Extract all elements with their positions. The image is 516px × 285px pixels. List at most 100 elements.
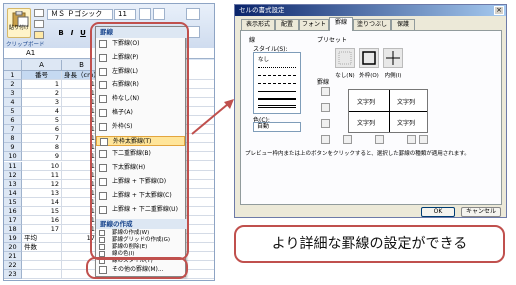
- border-middle-button[interactable]: [321, 103, 330, 112]
- font-name-select[interactable]: ＭＳ Ｐゴシック: [47, 9, 113, 20]
- cut-icon[interactable]: [34, 9, 44, 17]
- table-cell[interactable]: 5: [22, 116, 62, 126]
- style-double[interactable]: [258, 105, 296, 108]
- row-header[interactable]: 21: [4, 252, 22, 262]
- preset-outline-label: 外枠(O): [359, 73, 379, 79]
- row-header[interactable]: 13: [4, 179, 22, 189]
- row-header[interactable]: 23: [4, 270, 22, 280]
- row-header[interactable]: 8: [4, 134, 22, 144]
- bold-button[interactable]: B: [56, 28, 66, 38]
- table-cell[interactable]: 14: [22, 197, 62, 207]
- font-grow-icon[interactable]: [139, 8, 151, 20]
- cancel-button[interactable]: キャンセル: [461, 207, 501, 217]
- row-header[interactable]: 18: [4, 224, 22, 234]
- preset-inside-button[interactable]: [383, 48, 403, 68]
- underline-button[interactable]: U: [78, 28, 88, 38]
- border-diag-up-button[interactable]: [321, 135, 330, 144]
- table-cell[interactable]: 4: [22, 107, 62, 117]
- style-none[interactable]: なし: [258, 55, 269, 63]
- select-all-corner[interactable]: [4, 60, 22, 71]
- row-header[interactable]: 14: [4, 188, 22, 198]
- table-cell[interactable]: 7: [22, 134, 62, 144]
- row-header[interactable]: 22: [4, 261, 22, 271]
- border-preview[interactable]: 文字列 文字列 文字列 文字列: [348, 89, 428, 133]
- table-cell[interactable]: 12: [22, 179, 62, 189]
- row-header[interactable]: 12: [4, 170, 22, 180]
- table-cell[interactable]: 13: [22, 188, 62, 198]
- line-style-list[interactable]: なし: [253, 52, 301, 114]
- row-header[interactable]: 16: [4, 206, 22, 216]
- style-medium[interactable]: [258, 98, 296, 100]
- border-diag-down-button[interactable]: [419, 135, 428, 144]
- style-dashed[interactable]: [258, 75, 296, 76]
- highlight-frame-menu: [90, 22, 189, 260]
- row-header[interactable]: 3: [4, 89, 22, 99]
- preset-none-label: なし(N): [335, 73, 355, 79]
- close-icon[interactable]: ×: [494, 6, 504, 15]
- column-header-a[interactable]: A: [22, 60, 62, 71]
- border-right-button[interactable]: [407, 135, 416, 144]
- italic-button[interactable]: I: [67, 28, 77, 38]
- tab-fill[interactable]: 塗りつぶし: [353, 19, 391, 30]
- border-center-button[interactable]: [375, 135, 384, 144]
- preset-outline-button[interactable]: [359, 48, 379, 68]
- tab-alignment[interactable]: 配置: [275, 19, 299, 30]
- row-header[interactable]: 11: [4, 161, 22, 171]
- row-header[interactable]: 19: [4, 233, 22, 243]
- ok-button[interactable]: OK: [421, 207, 455, 217]
- border-bottom-button[interactable]: [321, 119, 330, 128]
- paste-button[interactable]: [7, 8, 31, 38]
- row-header[interactable]: 17: [4, 215, 22, 225]
- table-cell[interactable]: 番号: [22, 71, 62, 81]
- style-dotted[interactable]: [258, 67, 296, 68]
- preset-none-button[interactable]: [335, 48, 355, 68]
- border-top-button[interactable]: [321, 87, 330, 96]
- table-cell[interactable]: 15: [22, 206, 62, 216]
- format-cells-dialog: セルの書式設定 × 表示形式 配置 フォント 罫線 塗りつぶし 保護 線 スタイ…: [234, 4, 507, 218]
- table-cell[interactable]: 1: [22, 80, 62, 90]
- table-cell[interactable]: 9: [22, 152, 62, 162]
- preview-hline: [349, 111, 427, 112]
- preview-text: 文字列: [357, 120, 376, 127]
- row-header[interactable]: 9: [4, 143, 22, 153]
- line-color-select[interactable]: 自動: [253, 122, 301, 132]
- tab-number[interactable]: 表示形式: [241, 19, 275, 30]
- tab-border[interactable]: 罫線: [329, 17, 353, 31]
- style-thin[interactable]: [258, 91, 296, 92]
- table-cell[interactable]: 3: [22, 98, 62, 108]
- tab-protection[interactable]: 保護: [391, 19, 415, 30]
- row-header[interactable]: 7: [4, 125, 22, 135]
- table-cell[interactable]: 8: [22, 143, 62, 153]
- paste-label: 貼り付け: [8, 25, 29, 31]
- border-group-label: 罫線: [317, 79, 330, 86]
- row-header[interactable]: 4: [4, 98, 22, 108]
- table-cell[interactable]: [22, 270, 62, 280]
- row-header[interactable]: 1: [4, 71, 22, 81]
- row-header[interactable]: 6: [4, 116, 22, 126]
- table-cell[interactable]: 16: [22, 215, 62, 225]
- format-painter-icon[interactable]: [34, 31, 44, 39]
- table-cell[interactable]: 平均: [22, 233, 62, 243]
- copy-icon[interactable]: [34, 20, 44, 28]
- table-cell[interactable]: [22, 252, 62, 262]
- tab-font[interactable]: フォント: [299, 19, 329, 30]
- row-header[interactable]: 15: [4, 197, 22, 207]
- font-shrink-icon[interactable]: [153, 8, 165, 20]
- row-header[interactable]: 10: [4, 152, 22, 162]
- border-left-button[interactable]: [343, 135, 352, 144]
- wrap-text-icon[interactable]: [186, 8, 200, 20]
- font-size-select[interactable]: 11: [114, 9, 136, 20]
- name-box[interactable]: A1: [26, 49, 35, 57]
- preview-text: 文字列: [397, 99, 416, 106]
- table-cell[interactable]: 11: [22, 170, 62, 180]
- style-dashdot[interactable]: [258, 83, 296, 84]
- row-header[interactable]: 5: [4, 107, 22, 117]
- row-header[interactable]: 2: [4, 80, 22, 90]
- table-cell[interactable]: 2: [22, 89, 62, 99]
- row-header[interactable]: 20: [4, 242, 22, 252]
- table-cell[interactable]: 6: [22, 125, 62, 135]
- table-cell[interactable]: 10: [22, 161, 62, 171]
- table-cell[interactable]: 17: [22, 224, 62, 234]
- table-cell[interactable]: [22, 261, 62, 271]
- table-cell[interactable]: 件数: [22, 242, 62, 252]
